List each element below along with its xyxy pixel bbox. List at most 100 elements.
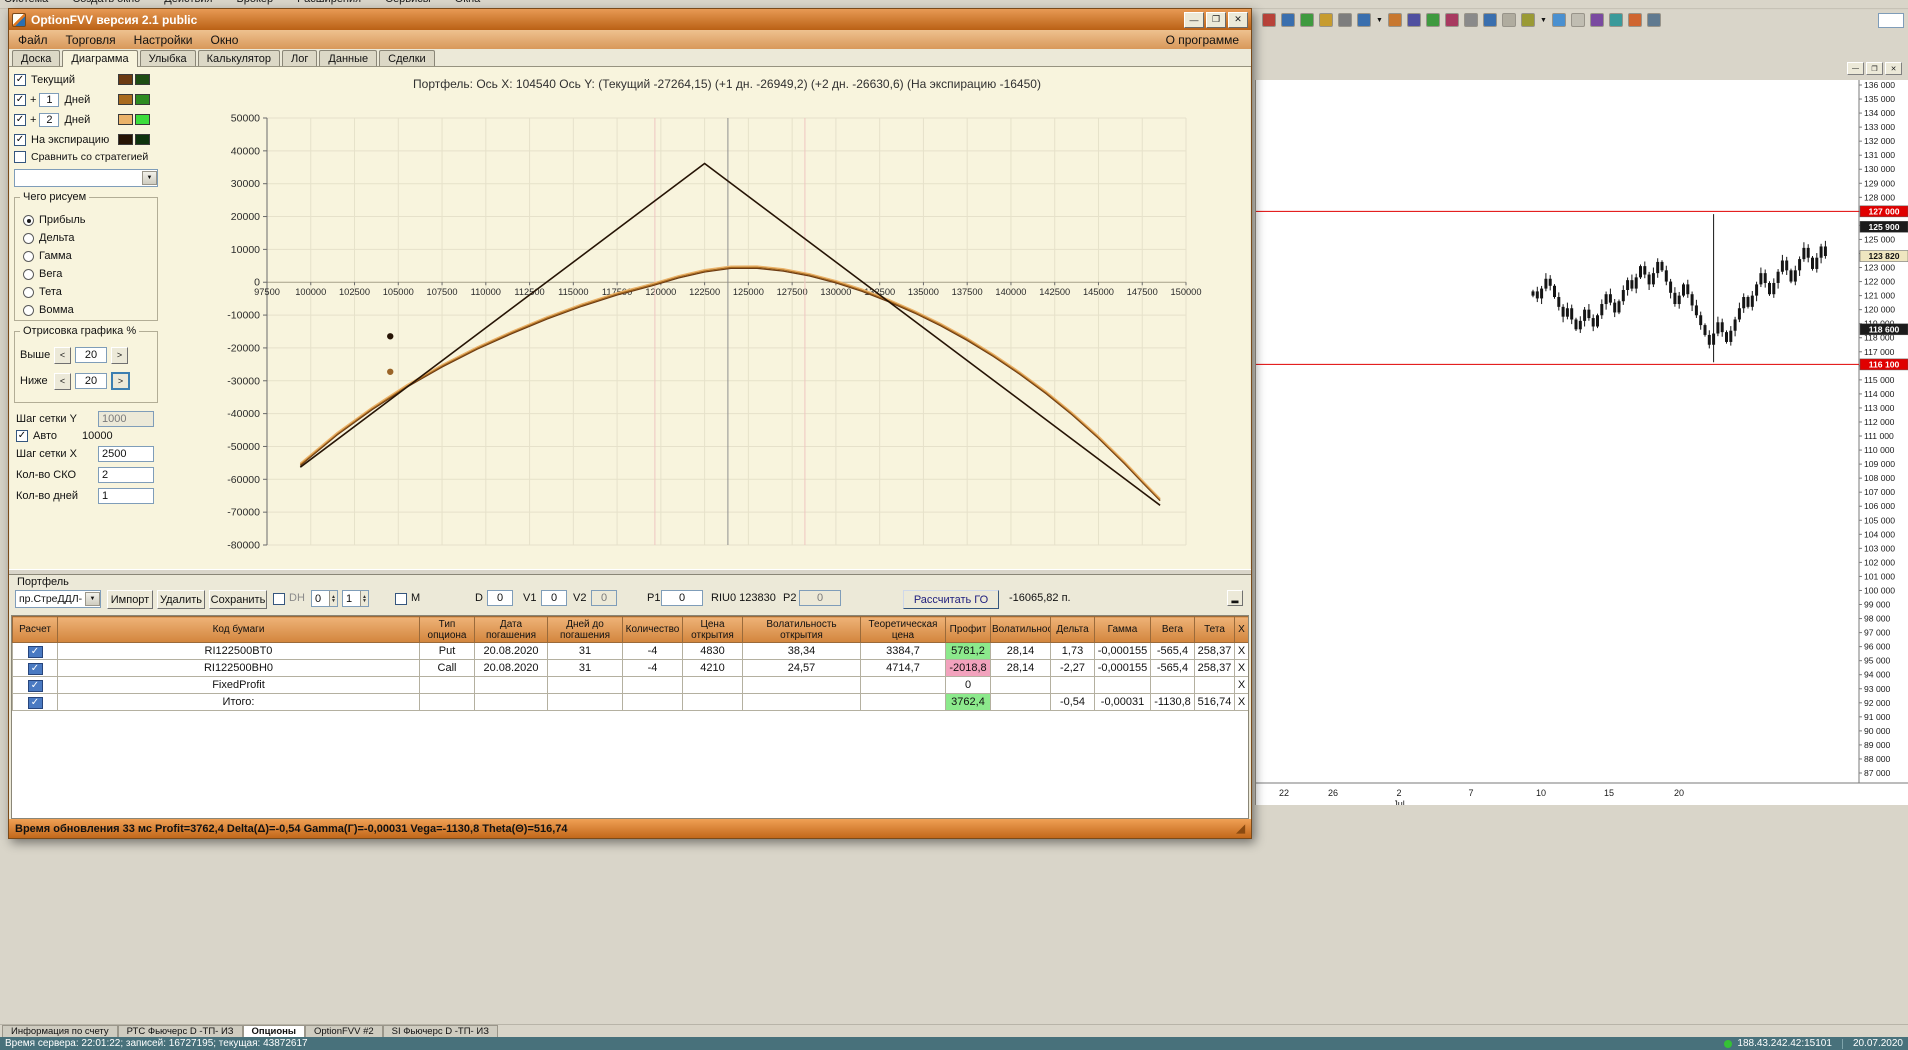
close-button[interactable]: ✕ bbox=[1228, 11, 1248, 28]
column-header[interactable]: Код бумаги bbox=[57, 616, 420, 643]
radio-icon[interactable] bbox=[23, 250, 34, 262]
tab-calculator[interactable]: Калькулятор bbox=[197, 50, 281, 66]
bottom-tab-optionfvv-2[interactable]: OptionFVV #2 bbox=[304, 1025, 383, 1037]
legend-color-positive[interactable] bbox=[135, 74, 150, 85]
legend-days-input[interactable]: 2 bbox=[39, 113, 60, 127]
range-above-increase-button[interactable]: > bbox=[111, 346, 128, 364]
strategy-select[interactable]: ▼ bbox=[14, 169, 158, 187]
menu-file[interactable]: Файл bbox=[9, 32, 57, 48]
tab-log[interactable]: Лог bbox=[282, 50, 318, 66]
bg-menu-broker[interactable]: Брокер bbox=[237, 0, 274, 5]
auto-checkbox[interactable]: ✓ bbox=[16, 430, 28, 442]
draw-option-4[interactable]: Тета bbox=[23, 284, 153, 300]
payoff-chart-svg[interactable]: -80000 -70000 -60000 -50000 -40000 -30000 -200… bbox=[162, 67, 1248, 567]
column-header[interactable]: Дней до погашения bbox=[547, 616, 623, 643]
column-header[interactable]: Тета bbox=[1194, 616, 1235, 643]
legend-days-input[interactable]: 1 bbox=[39, 93, 60, 107]
import-button[interactable]: Импорт bbox=[107, 590, 153, 609]
column-header[interactable]: Тип опциона bbox=[419, 616, 475, 643]
menu-trade[interactable]: Торговля bbox=[57, 32, 125, 48]
column-header[interactable]: Дельта bbox=[1050, 616, 1095, 643]
save-button[interactable]: Сохранить bbox=[209, 590, 267, 609]
collapse-panel-button[interactable]: ▂ bbox=[1227, 590, 1243, 606]
toolbar-icon[interactable] bbox=[1300, 13, 1314, 27]
minimize-icon[interactable]: — bbox=[1847, 62, 1864, 75]
grid-x-input[interactable]: 2500 bbox=[98, 446, 154, 462]
legend-color-negative[interactable] bbox=[118, 114, 133, 125]
row-delete-button[interactable]: X bbox=[1234, 693, 1248, 711]
bg-menu-actions[interactable]: Действия bbox=[164, 0, 212, 5]
toolbar-icon[interactable] bbox=[1482, 13, 1497, 27]
column-header[interactable]: Профит bbox=[945, 616, 991, 643]
resize-grip[interactable]: ◢ bbox=[1237, 822, 1245, 835]
bg-menu-system[interactable]: Система bbox=[4, 0, 48, 5]
dh-spinner-2[interactable]: 1 ▲ ▼ bbox=[342, 590, 369, 607]
d-input[interactable]: 0 bbox=[487, 590, 513, 606]
portfolio-select[interactable]: пр.СтреДДЛ- ▼ bbox=[15, 590, 101, 608]
legend-color-negative[interactable] bbox=[118, 134, 133, 145]
dh-spinner-1[interactable]: 0 ▲ ▼ bbox=[311, 590, 338, 607]
legend-color-negative[interactable] bbox=[118, 74, 133, 85]
draw-option-3[interactable]: Вега bbox=[23, 266, 153, 282]
chevron-down-icon[interactable]: ▼ bbox=[142, 171, 157, 185]
radio-icon[interactable] bbox=[23, 304, 34, 316]
row-calc-checkbox[interactable]: ✓ bbox=[27, 679, 43, 692]
column-header[interactable]: Дата погашения bbox=[474, 616, 548, 643]
close-icon[interactable]: ✕ bbox=[1885, 62, 1902, 75]
menu-window[interactable]: Окно bbox=[202, 32, 248, 48]
tab-diagram[interactable]: Диаграмма bbox=[62, 50, 138, 67]
toolbar-icon[interactable] bbox=[1425, 13, 1440, 27]
toolbar-dropdown-icon[interactable]: ▼ bbox=[1376, 17, 1383, 24]
legend-checkbox[interactable]: ✓ bbox=[14, 134, 26, 146]
bg-menu-windows[interactable]: Окна bbox=[455, 0, 481, 5]
column-header[interactable]: Количество bbox=[622, 616, 683, 643]
column-header[interactable]: X bbox=[1234, 616, 1248, 643]
spinner-arrows-icon[interactable]: ▲ ▼ bbox=[360, 591, 368, 606]
m-checkbox[interactable] bbox=[395, 593, 407, 605]
toolbar-icon[interactable] bbox=[1357, 13, 1371, 27]
calc-margin-button[interactable]: Рассчитать ГО bbox=[903, 590, 999, 609]
column-header[interactable]: Волатильность открытия bbox=[742, 616, 861, 643]
toolbar-dropdown-icon[interactable]: ▼ bbox=[1540, 17, 1547, 24]
range-above-input[interactable]: 20 bbox=[75, 347, 107, 363]
toolbar-icon[interactable] bbox=[1570, 13, 1585, 27]
column-header[interactable]: Гамма bbox=[1094, 616, 1151, 643]
compare-checkbox[interactable] bbox=[14, 151, 26, 163]
spinner-arrows-icon[interactable]: ▲ ▼ bbox=[329, 591, 337, 606]
toolbar-icon[interactable] bbox=[1520, 13, 1535, 27]
toolbar-icon[interactable] bbox=[1608, 13, 1623, 27]
toolbar-icon[interactable] bbox=[1501, 13, 1516, 27]
row-delete-button[interactable]: X bbox=[1234, 659, 1248, 677]
toolbar-icon[interactable] bbox=[1444, 13, 1459, 27]
toolbar-icon[interactable] bbox=[1319, 13, 1333, 27]
radio-icon[interactable] bbox=[23, 214, 34, 226]
tab-board[interactable]: Доска bbox=[12, 50, 61, 66]
bottom-tab-rts-futures[interactable]: РТС Фьючерс D -ТП- ИЗ bbox=[117, 1025, 243, 1037]
v1-input[interactable]: 0 bbox=[541, 590, 567, 606]
legend-checkbox[interactable]: ✓ bbox=[14, 74, 26, 86]
column-header[interactable]: Вега bbox=[1150, 616, 1195, 643]
range-below-increase-button[interactable]: > bbox=[111, 372, 130, 390]
legend-checkbox[interactable]: ✓ bbox=[14, 114, 26, 126]
tab-deals[interactable]: Сделки bbox=[379, 50, 435, 66]
price-chart-svg[interactable]: 136 000 135 000 134 000 133 000 132 000 131 0… bbox=[1256, 80, 1908, 809]
legend-color-positive[interactable] bbox=[135, 114, 150, 125]
legend-color-positive[interactable] bbox=[135, 134, 150, 145]
range-below-decrease-button[interactable]: < bbox=[54, 372, 71, 390]
tab-data[interactable]: Данные bbox=[319, 50, 378, 66]
legend-checkbox[interactable]: ✓ bbox=[14, 94, 26, 106]
draw-option-1[interactable]: Дельта bbox=[23, 230, 153, 246]
p1-input[interactable]: 0 bbox=[661, 590, 703, 606]
delete-button[interactable]: Удалить bbox=[157, 590, 205, 609]
toolbar-icon[interactable] bbox=[1281, 13, 1295, 27]
chevron-down-icon[interactable]: ▼ bbox=[85, 592, 100, 606]
column-header[interactable]: Теоретическая цена bbox=[860, 616, 946, 643]
row-calc-checkbox[interactable]: ✓ bbox=[27, 696, 43, 709]
bottom-tab-options[interactable]: Опционы bbox=[242, 1025, 305, 1037]
bottom-tab-account-info[interactable]: Информация по счету bbox=[2, 1025, 118, 1037]
radio-icon[interactable] bbox=[23, 232, 34, 244]
radio-icon[interactable] bbox=[23, 268, 34, 280]
bg-menu-create-window[interactable]: Создать окно bbox=[72, 0, 140, 5]
row-delete-button[interactable]: X bbox=[1234, 642, 1248, 660]
menu-about[interactable]: О программе bbox=[1157, 32, 1251, 48]
